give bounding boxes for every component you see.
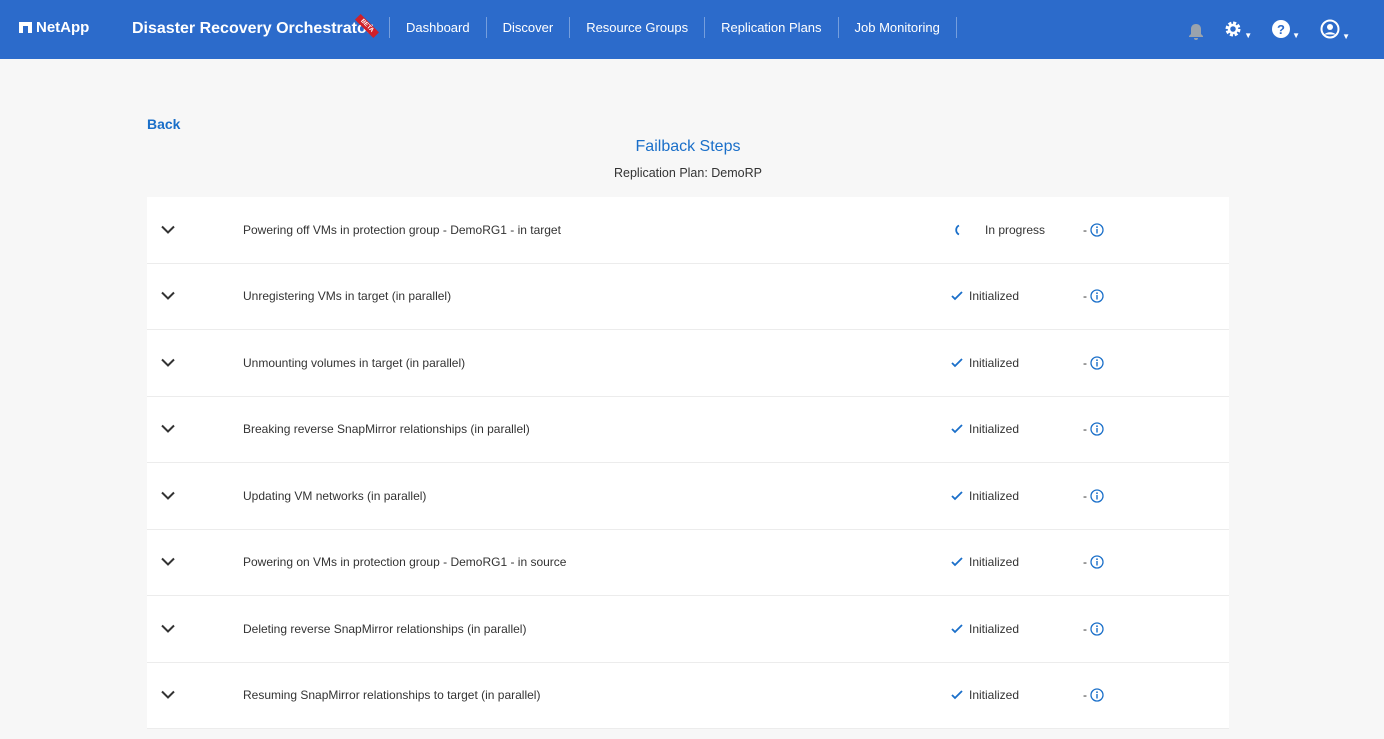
check-icon	[951, 624, 963, 634]
chevron-down-icon[interactable]	[161, 624, 175, 633]
step-label: Deleting reverse SnapMirror relationship…	[243, 621, 527, 636]
main-nav: Dashboard Discover Resource Groups Repli…	[389, 17, 957, 38]
step-extra: -	[1083, 555, 1104, 569]
nav-dashboard[interactable]: Dashboard	[389, 17, 486, 38]
step-status: Initialized	[951, 688, 1019, 702]
step-status: Initialized	[951, 422, 1019, 436]
step-label: Resuming SnapMirror relationships to tar…	[243, 688, 541, 703]
info-icon[interactable]	[1090, 223, 1104, 237]
nav-replication-plans[interactable]: Replication Plans	[704, 17, 837, 38]
gear-icon	[1225, 21, 1241, 37]
step-extra-value: -	[1083, 355, 1087, 370]
user-icon	[1320, 19, 1340, 39]
app-title: Disaster Recovery Orchestrator	[132, 20, 374, 37]
step-extra-value: -	[1083, 688, 1087, 703]
check-icon	[951, 358, 963, 368]
step-extra-value: -	[1083, 289, 1087, 304]
step-label: Breaking reverse SnapMirror relationship…	[243, 422, 530, 437]
step-extra: -	[1083, 356, 1104, 370]
step-row: Unregistering VMs in target (in parallel…	[147, 264, 1229, 330]
caret-down-icon: ▼	[1244, 31, 1253, 40]
info-icon[interactable]	[1090, 555, 1104, 569]
step-extra: -	[1083, 223, 1104, 237]
netapp-logo[interactable]: NetApp	[19, 19, 89, 36]
steps-list: Powering off VMs in protection group - D…	[147, 197, 1229, 729]
step-row: Deleting reverse SnapMirror relationship…	[147, 596, 1229, 663]
step-status: Initialized	[951, 356, 1019, 370]
help-menu[interactable]: ? ▼	[1272, 20, 1300, 43]
chevron-down-icon[interactable]	[161, 491, 175, 500]
info-icon[interactable]	[1090, 489, 1104, 503]
step-status: Initialized	[951, 555, 1019, 569]
step-extra: -	[1083, 422, 1104, 436]
nav-resource-groups[interactable]: Resource Groups	[569, 17, 704, 38]
svg-text:?: ?	[1277, 22, 1285, 37]
step-row: Unmounting volumes in target (in paralle…	[147, 330, 1229, 397]
chevron-down-icon[interactable]	[161, 292, 175, 301]
bell-icon[interactable]	[1188, 23, 1204, 41]
step-status: Initialized	[951, 289, 1019, 303]
status-text: Initialized	[969, 688, 1020, 703]
step-extra-value: -	[1083, 621, 1087, 636]
check-icon	[951, 424, 963, 434]
top-bar: NetApp Disaster Recovery Orchestrator BE…	[0, 0, 1384, 59]
check-icon	[951, 557, 963, 567]
step-label: Unregistering VMs in target (in parallel…	[243, 289, 452, 304]
nav-discover[interactable]: Discover	[485, 17, 570, 38]
status-text: Initialized	[969, 555, 1020, 570]
step-row: Resuming SnapMirror relationships to tar…	[147, 663, 1229, 729]
status-text: In progress	[985, 222, 1046, 237]
spinner-icon	[955, 224, 960, 236]
step-extra: -	[1083, 489, 1104, 503]
step-extra-value: -	[1083, 222, 1087, 237]
check-icon	[951, 690, 963, 700]
user-menu[interactable]: ▼	[1320, 19, 1350, 44]
step-extra: -	[1083, 622, 1104, 636]
page-subtitle: Replication Plan: DemoRP	[614, 166, 762, 180]
netapp-logo-icon	[19, 22, 32, 33]
settings-menu[interactable]: ▼	[1224, 20, 1252, 43]
step-label: Powering off VMs in protection group - D…	[243, 222, 561, 237]
caret-down-icon: ▼	[1342, 32, 1350, 41]
chevron-down-icon[interactable]	[161, 425, 175, 434]
chevron-down-icon[interactable]	[161, 558, 175, 567]
step-extra-value: -	[1083, 422, 1087, 437]
step-extra-value: -	[1083, 555, 1087, 570]
step-label: Powering on VMs in protection group - De…	[243, 555, 567, 570]
step-status: Initialized	[951, 622, 1019, 636]
caret-down-icon: ▼	[1292, 31, 1301, 40]
info-icon[interactable]	[1090, 622, 1104, 636]
chevron-down-icon[interactable]	[161, 358, 175, 367]
info-icon[interactable]	[1090, 688, 1104, 702]
chevron-down-icon[interactable]	[161, 691, 175, 700]
status-text: Initialized	[969, 289, 1020, 304]
step-row: Breaking reverse SnapMirror relationship…	[147, 397, 1229, 463]
step-label: Unmounting volumes in target (in paralle…	[243, 355, 466, 370]
step-extra: -	[1083, 289, 1104, 303]
status-text: Initialized	[969, 422, 1020, 437]
step-row: Powering on VMs in protection group - De…	[147, 530, 1229, 596]
status-text: Initialized	[969, 488, 1020, 503]
status-text: Initialized	[969, 621, 1020, 636]
page-title: Failback Steps	[635, 138, 741, 155]
check-icon	[951, 291, 963, 301]
info-icon[interactable]	[1090, 356, 1104, 370]
step-label: Updating VM networks (in parallel)	[243, 488, 427, 503]
chevron-down-icon[interactable]	[161, 225, 175, 234]
info-icon[interactable]	[1090, 289, 1104, 303]
step-row: Updating VM networks (in parallel) Initi…	[147, 463, 1229, 530]
status-text: Initialized	[969, 355, 1020, 370]
back-link[interactable]: Back	[147, 116, 180, 132]
step-extra-value: -	[1083, 488, 1087, 503]
help-icon: ?	[1272, 20, 1291, 38]
nav-job-monitoring[interactable]: Job Monitoring	[837, 17, 957, 38]
step-extra: -	[1083, 688, 1104, 702]
check-icon	[951, 491, 963, 501]
step-row: Powering off VMs in protection group - D…	[147, 197, 1229, 264]
step-status: Initialized	[951, 489, 1019, 503]
step-status: In progress	[951, 223, 1045, 237]
info-icon[interactable]	[1090, 422, 1104, 436]
